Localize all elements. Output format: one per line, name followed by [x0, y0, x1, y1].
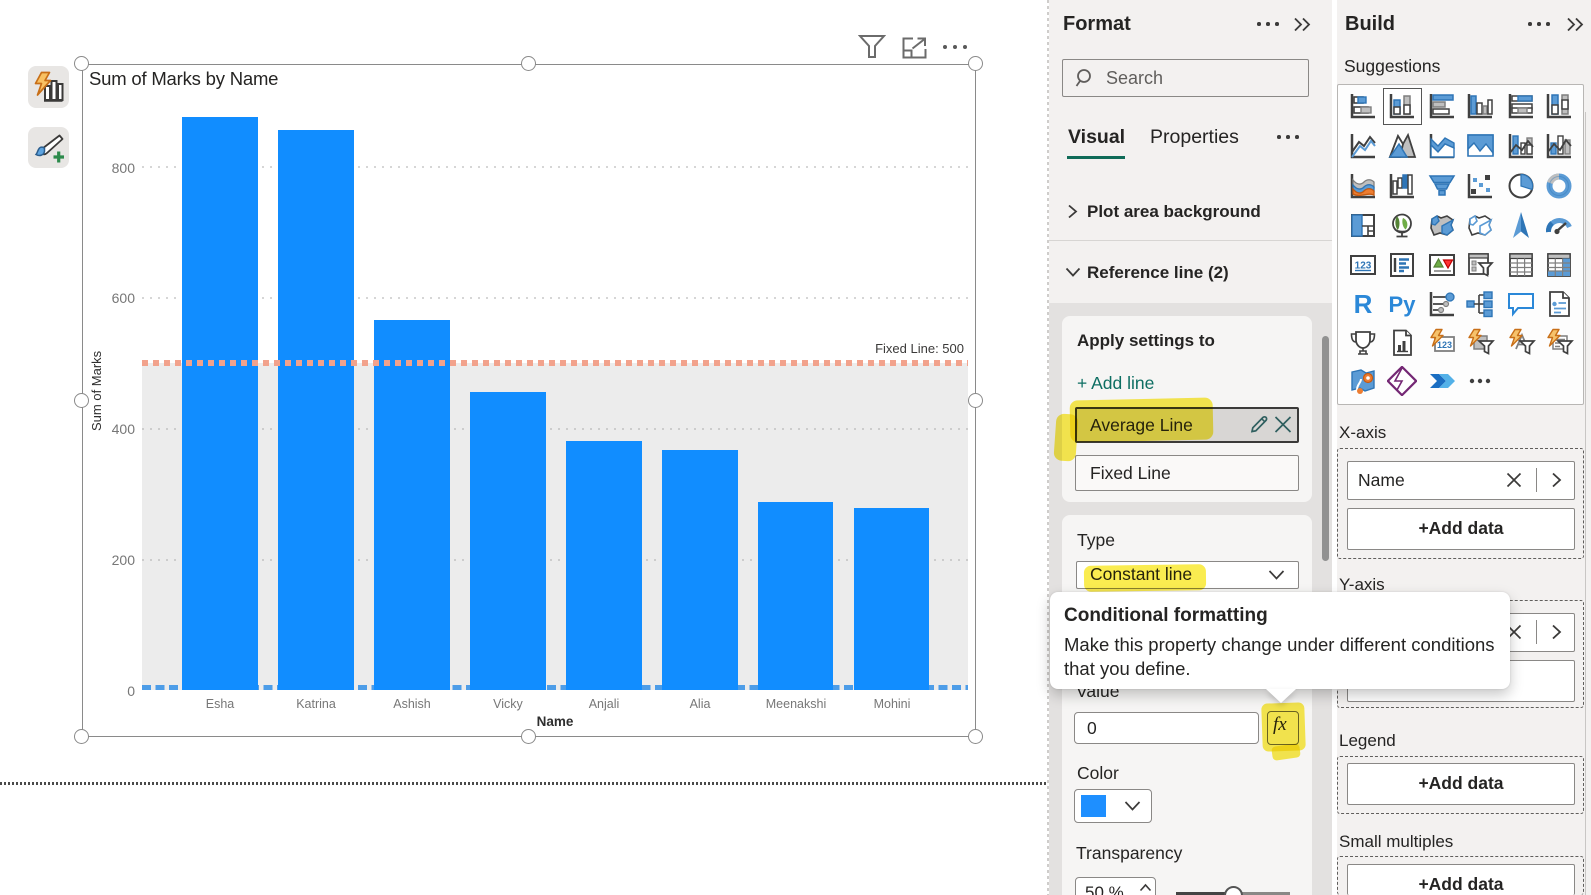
svg-text:123: 123	[1437, 340, 1452, 350]
svg-text:Py: Py	[1389, 292, 1417, 317]
svg-text:R: R	[1354, 289, 1373, 319]
